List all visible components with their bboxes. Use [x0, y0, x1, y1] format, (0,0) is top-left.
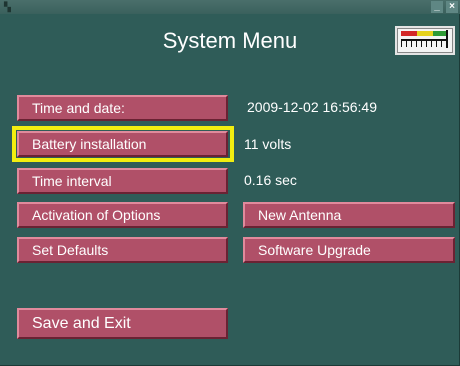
app-icon: ▚ — [4, 2, 11, 12]
system-menu-window: ▚ _ × System Menu Time and date: 2009-12… — [0, 0, 460, 366]
set-defaults-button[interactable]: Set Defaults — [17, 237, 228, 263]
battery-installation-button[interactable]: Battery installation — [17, 131, 228, 157]
save-and-exit-button[interactable]: Save and Exit — [17, 308, 228, 339]
meter-yellow-zone — [417, 31, 433, 36]
page-title: System Menu — [162, 28, 298, 53]
time-interval-button[interactable]: Time interval — [17, 168, 228, 194]
activation-of-options-button[interactable]: Activation of Options — [17, 202, 228, 228]
time-and-date-button[interactable]: Time and date: — [17, 95, 228, 121]
meter-needle — [446, 30, 448, 48]
meter-scale — [401, 39, 448, 47]
minimize-button[interactable]: _ — [431, 1, 443, 13]
title-bar[interactable]: ▚ _ × — [0, 0, 460, 14]
time-and-date-value: 2009-12-02 16:56:49 — [247, 99, 377, 115]
time-interval-value: 0.16 sec — [244, 172, 297, 188]
meter-red-zone — [401, 31, 417, 36]
battery-voltage-value: 11 volts — [244, 136, 292, 152]
new-antenna-button[interactable]: New Antenna — [243, 202, 455, 228]
close-button[interactable]: × — [446, 1, 458, 13]
software-upgrade-button[interactable]: Software Upgrade — [243, 237, 455, 263]
signal-meter-icon — [395, 26, 455, 55]
